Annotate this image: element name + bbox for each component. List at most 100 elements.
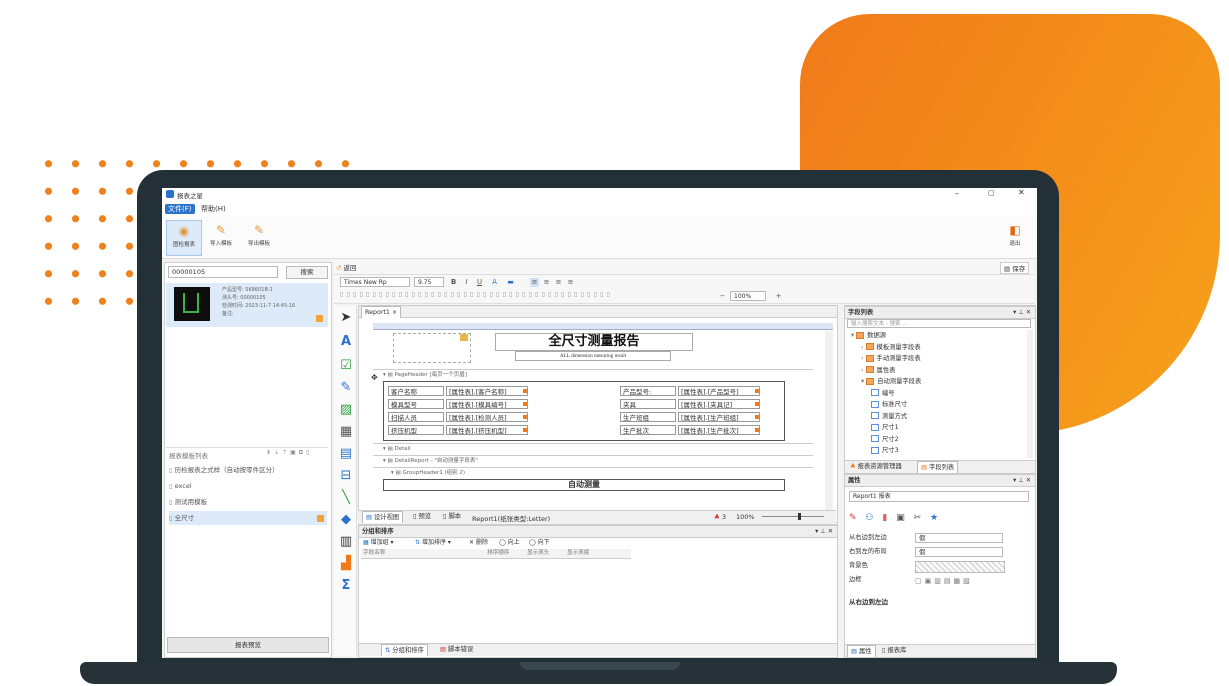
back-button[interactable]: ↺ 返回: [336, 262, 357, 272]
template-item[interactable]: ▯ 测试用模板: [169, 495, 327, 509]
font-name-select[interactable]: Times New Rp: [340, 277, 410, 287]
template-tools-icons[interactable]: ⇟⇣⇡▣⧉▯: [266, 449, 312, 457]
vertical-scrollbar[interactable]: [825, 331, 833, 511]
barcode-tool-icon[interactable]: ▥: [338, 534, 354, 550]
header-field-cell[interactable]: [属性表].[产品型号]: [678, 386, 760, 396]
band-page-header[interactable]: ▾ ▤ PageHeader [每页一个页眉]: [373, 369, 813, 380]
align-center-icon[interactable]: ≡: [542, 278, 551, 287]
shape-tool-icon[interactable]: ◆: [338, 512, 354, 528]
object-selector[interactable]: Report1 报表: [849, 491, 1029, 502]
down-button[interactable]: ◯ 向下: [529, 537, 550, 548]
tree-item-field[interactable]: 尺寸2: [871, 434, 899, 445]
chart-tool-icon[interactable]: ▟: [338, 556, 354, 572]
brush-icon[interactable]: ✎: [849, 513, 857, 523]
template-item-selected[interactable]: ▯ 全尺寸: [169, 511, 327, 525]
layout-tools-icons[interactable]: ▯▯▯▯▯▯▯▯▯▯▯▯▯▯▯▯▯▯▯▯▯▯▯▯▯▯▯▯▯▯▯▯▯▯▯▯▯▯▯▯…: [340, 291, 613, 298]
delete-button[interactable]: ✕ 删除: [469, 537, 488, 548]
label-tool-icon[interactable]: A: [338, 334, 354, 350]
tree-item-field[interactable]: 编号: [871, 388, 895, 399]
search-button[interactable]: 搜索: [286, 266, 328, 279]
header-label-cell[interactable]: 产品型号:: [620, 386, 676, 396]
save-button[interactable]: ▤ 保存: [1000, 262, 1030, 274]
tab-group-sort[interactable]: ⇅ 分组和排序: [381, 644, 428, 656]
tree-item-field[interactable]: 标准尺寸: [871, 399, 907, 410]
menu-help[interactable]: 帮助(H): [198, 204, 229, 214]
header-label-cell[interactable]: 客户名称: [388, 386, 444, 396]
report-subtitle[interactable]: ALL dimension mesuring result: [515, 351, 671, 361]
justify-icon[interactable]: ≡: [566, 278, 575, 287]
edit-icon[interactable]: [316, 315, 323, 322]
align-right-icon[interactable]: ≡: [554, 278, 563, 287]
panel-pin-icon[interactable]: ▾ ⊥ ✕: [815, 526, 833, 537]
tab-preview[interactable]: ▯ 预览: [410, 511, 434, 522]
menu-file[interactable]: 文件(F): [165, 204, 195, 214]
add-sort-button[interactable]: ⇅ 增加排序 ▾: [415, 537, 451, 548]
move-handle-icon[interactable]: ✥: [371, 373, 378, 382]
tree-item-table[interactable]: › 手动测量字段表: [861, 353, 921, 364]
header-field-cell[interactable]: [属性表].[模具编号]: [446, 399, 528, 409]
prop-row[interactable]: 右到左的布局 假: [849, 546, 1029, 558]
table-tool-icon[interactable]: ▤: [338, 446, 354, 462]
tab-script[interactable]: ▯ 脚本: [440, 511, 464, 522]
panel-pin-icon[interactable]: ▾ ⊥ ✕: [1013, 475, 1031, 486]
zoom-out-icon[interactable]: −: [718, 292, 727, 301]
close-icon[interactable]: ✕: [1018, 188, 1025, 197]
band-detail-report[interactable]: ▾ ▤ DetailReport - "自动测量字段表": [373, 455, 813, 466]
header-field-cell[interactable]: [属性表].[生产班组]: [678, 412, 760, 422]
zoom-in-icon[interactable]: +: [774, 292, 783, 301]
tree-item-table[interactable]: › 属性表: [861, 365, 895, 376]
prop-row[interactable]: 边框 ▢▣▥▤▦▧: [849, 574, 1029, 586]
band-detail[interactable]: ▾ ▤ Detail: [373, 443, 813, 454]
tree-item-field[interactable]: 测量方式: [871, 411, 907, 422]
ribbon-report-button[interactable]: ◉ 图检报表: [166, 220, 202, 256]
band-group-header[interactable]: ▾ ▤ GroupHeader1 (组别 2): [373, 467, 813, 478]
group-title-cell[interactable]: 自动测量: [383, 479, 785, 491]
header-label-cell[interactable]: 模具型号: [388, 399, 444, 409]
minimize-icon[interactable]: –: [955, 189, 959, 198]
field-search-input[interactable]: 输入搜索文本 - 搜索 ...: [847, 319, 1031, 328]
ribbon-import-button[interactable]: ✎ 导入模板: [204, 220, 238, 254]
template-item[interactable]: ▯ 历检报表之式样（自动按零件区分）: [169, 463, 327, 477]
tree-item-db[interactable]: ▾ 数据源: [851, 330, 886, 341]
header-field-cell[interactable]: [属性表].[检测人员]: [446, 412, 528, 422]
picture-tool-icon[interactable]: ▨: [338, 402, 354, 418]
subreport-tool-icon[interactable]: ⊟: [338, 468, 354, 484]
border-icons[interactable]: ▢▣▥▤▦▧: [915, 575, 973, 587]
favorite-icon[interactable]: ★: [930, 513, 938, 523]
ribbon-exit-button[interactable]: ◧ 退出: [998, 220, 1032, 254]
up-button[interactable]: ◯ 向上: [499, 537, 520, 548]
header-field-cell[interactable]: [属性表].[挤压机型]: [446, 425, 528, 435]
header-label-cell[interactable]: 夹具: [620, 399, 676, 409]
tab-report1[interactable]: Report1 ×: [361, 306, 402, 318]
smart-tag-icon[interactable]: [523, 389, 527, 393]
fill-color-icon[interactable]: ▬: [506, 278, 515, 287]
header-field-cell[interactable]: [属性表].[生产批次]: [678, 425, 760, 435]
tree-item-table[interactable]: ▾ 自动测量字段表: [861, 376, 921, 387]
template-item[interactable]: ▯ excel: [169, 479, 327, 493]
report-preview-button[interactable]: 报表预览: [167, 637, 329, 653]
header-label-cell[interactable]: 生产班组: [620, 412, 676, 422]
panel-pin-icon[interactable]: ▾ ⊥ ✕: [1013, 307, 1031, 318]
checkbox-tool-icon[interactable]: ☑: [338, 358, 354, 374]
italic-icon[interactable]: I: [462, 278, 471, 287]
report-title[interactable]: 全尺寸测量报告: [495, 333, 693, 351]
smart-tag-icon[interactable]: [523, 415, 527, 419]
line-tool-icon[interactable]: ╲: [338, 490, 354, 506]
events-icon[interactable]: ⚇: [865, 513, 873, 523]
header-label-cell[interactable]: 生产批次: [620, 425, 676, 435]
smart-tag-icon[interactable]: [523, 402, 527, 406]
tab-design-view[interactable]: ▤ 设计视图: [362, 511, 404, 523]
tab-report-library[interactable]: ▯ 报表库: [879, 645, 909, 656]
tree-item-table[interactable]: › 模板测量字段表: [861, 342, 921, 353]
richtext-tool-icon[interactable]: ✎: [338, 380, 354, 396]
zoom-slider-thumb[interactable]: [798, 513, 801, 520]
tab-script-errors[interactable]: ▤ 脚本错误: [437, 644, 476, 655]
prop-row[interactable]: 背景色: [849, 560, 1029, 573]
smart-tag-icon[interactable]: [755, 402, 759, 406]
header-field-cell[interactable]: [属性表].[客户名称]: [446, 386, 528, 396]
underline-icon[interactable]: U: [475, 278, 484, 287]
search-input[interactable]: 00000105: [168, 266, 278, 278]
tab-report-explorer[interactable]: ♣ 报表资源管理器: [847, 461, 905, 472]
tree-item-field[interactable]: 尺寸1: [871, 422, 899, 433]
zoom-slider[interactable]: [762, 513, 824, 520]
